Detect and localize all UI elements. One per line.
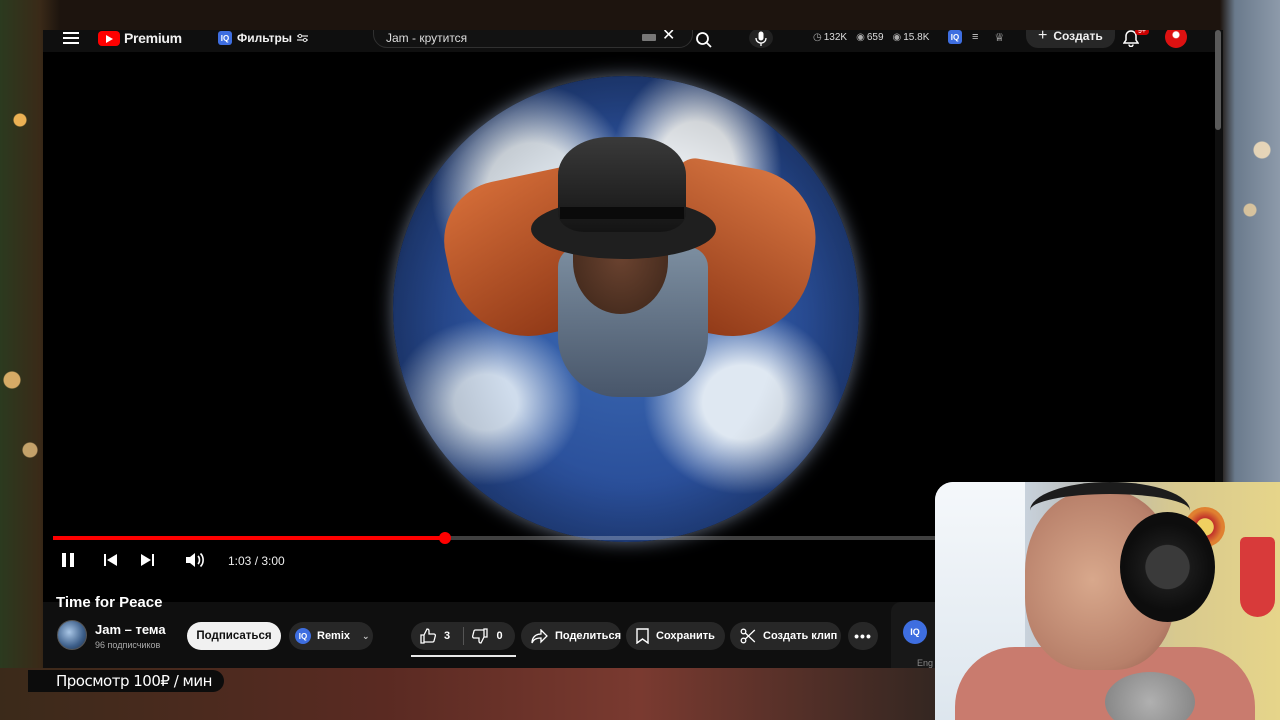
like-underline <box>411 655 516 657</box>
search-box[interactable]: Jam - крутится ✕ <box>373 30 693 48</box>
dislike-button[interactable]: 0 <box>463 628 515 644</box>
video-frame-person <box>433 137 827 422</box>
plus-icon: + <box>1038 30 1048 44</box>
youtube-play-icon <box>98 30 120 46</box>
stat-views: ◷ 132K <box>813 32 848 43</box>
share-icon <box>531 628 548 644</box>
logo-text: Premium <box>124 30 182 46</box>
channel-avatar[interactable] <box>57 620 87 650</box>
thumbs-up-icon <box>420 628 436 644</box>
clear-search-icon[interactable]: ✕ <box>662 30 675 44</box>
volume-icon <box>186 552 204 568</box>
previous-icon <box>104 554 117 566</box>
list-icon[interactable]: ≡ <box>972 31 978 43</box>
iq-icon: IQ <box>218 31 232 45</box>
progress-played <box>53 536 445 540</box>
price-overlay: Просмотр 100₽ / мин <box>28 670 224 692</box>
search-icon <box>696 32 712 48</box>
stream-stats: ◷ 132K ◉ 659 ◉ 15.8K <box>813 32 929 43</box>
subscriber-count: 96 подписчиков <box>95 640 161 650</box>
menu-icon[interactable] <box>63 32 79 44</box>
trophy-icon[interactable]: ♕ <box>994 31 1004 44</box>
remix-button[interactable]: IQ Remix ⌄ <box>289 622 373 650</box>
streamer-webcam <box>935 482 1280 720</box>
more-horizontal-icon: ••• <box>854 628 872 644</box>
search-input[interactable]: Jam - крутится <box>386 31 467 45</box>
filters-button[interactable]: IQ Фильтры <box>218 31 309 45</box>
like-count: 3 <box>444 630 451 642</box>
iq-remix-icon: IQ <box>295 628 311 644</box>
create-label: Создать <box>1053 30 1103 43</box>
thumbs-down-icon <box>472 628 489 644</box>
next-icon <box>141 554 154 566</box>
pause-button[interactable] <box>61 552 75 573</box>
search-button[interactable] <box>695 31 713 52</box>
filters-label: Фильтры <box>237 31 293 45</box>
clip-label: Создать клип <box>763 630 838 642</box>
share-button[interactable]: Поделиться <box>521 622 621 650</box>
clock-icon: ◷ <box>813 32 822 43</box>
account-avatar[interactable] <box>1165 30 1187 48</box>
keyboard-icon[interactable] <box>642 34 656 41</box>
video-title: Time for Peace <box>56 594 163 611</box>
page-scrollbar[interactable] <box>1215 30 1221 130</box>
next-button[interactable] <box>140 553 155 572</box>
voice-search-button[interactable] <box>749 30 773 48</box>
previous-button[interactable] <box>103 553 118 572</box>
bookmark-icon <box>636 628 649 644</box>
iq-side-icon[interactable]: IQ <box>903 620 927 644</box>
like-dislike-group: 3 0 <box>411 622 515 650</box>
youtube-logo[interactable]: Premium <box>98 30 182 46</box>
time-display: 1:03 / 3:00 <box>228 554 285 568</box>
save-label: Сохранить <box>656 630 715 642</box>
sliders-icon <box>297 33 309 43</box>
like-button[interactable]: 3 <box>411 628 463 644</box>
language-label: Eng <box>917 658 934 668</box>
more-actions-button[interactable]: ••• <box>848 622 878 650</box>
create-clip-button[interactable]: Создать клип <box>730 622 841 650</box>
eye-icon: ◉ <box>856 32 865 43</box>
dislike-count: 0 <box>496 630 503 642</box>
save-button[interactable]: Сохранить <box>626 622 725 650</box>
channel-name[interactable]: Jam – тема <box>95 622 166 637</box>
subscribe-button[interactable]: Подписаться <box>187 622 281 650</box>
notification-badge: 9+ <box>1135 30 1149 35</box>
volume-button[interactable] <box>185 552 205 573</box>
scissors-icon <box>740 628 756 644</box>
create-button[interactable]: + Создать <box>1026 30 1115 48</box>
chevron-down-icon: ⌄ <box>362 630 370 641</box>
scrubber-handle[interactable] <box>439 532 451 544</box>
stat-watching: ◉ 659 <box>856 32 884 43</box>
share-label: Поделиться <box>554 630 621 642</box>
stat-other: ◉ 15.8K <box>892 32 930 43</box>
extension-icons: IQ ≡ ♕ <box>948 30 1004 44</box>
eye-icon-2: ◉ <box>892 32 902 43</box>
top-bar: Premium IQ Фильтры Jam - крутится ✕ ◷ 132… <box>43 30 1223 48</box>
iq-extension-icon[interactable]: IQ <box>948 30 962 44</box>
remix-label: Remix <box>317 630 351 642</box>
pause-icon <box>62 553 74 567</box>
microphone-icon <box>755 31 767 46</box>
